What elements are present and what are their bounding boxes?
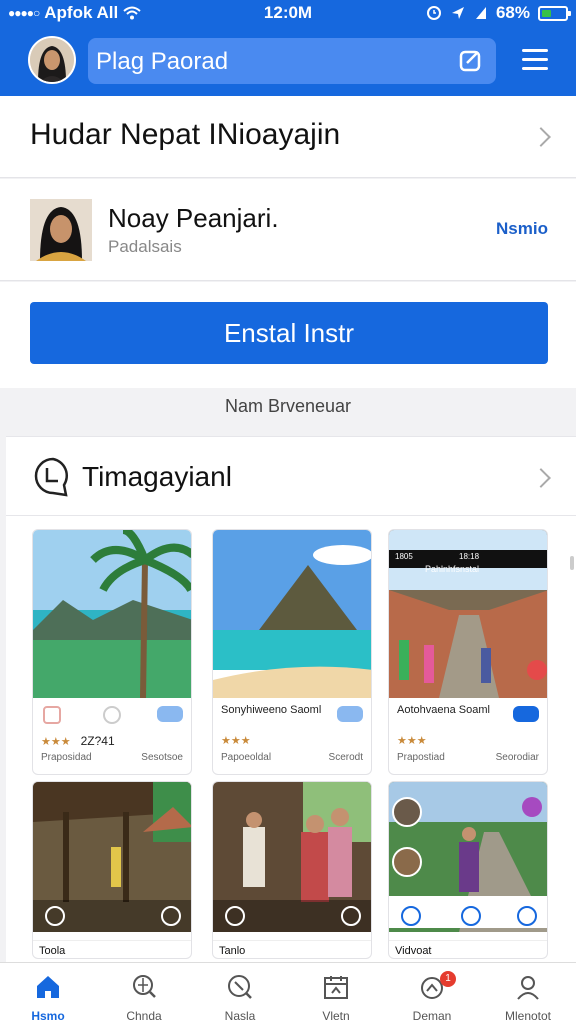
battery-percent: 68% xyxy=(495,3,530,22)
gallery-tile[interactable]: Sonyhiweeno Saoml ★★★ Papoeoldal Scerodt xyxy=(212,529,372,775)
gallery-tile[interactable]: ★★★ 2Z?41 Praposidad Sesotsoe xyxy=(32,529,192,775)
share-icon[interactable] xyxy=(461,906,481,926)
bottom-tab-bar: Hsmo Chnda Nasla Vletn 1 Deman Mlenotot xyxy=(0,962,576,1024)
tab-label: Mlenotot xyxy=(504,1009,552,1023)
tile-caption: Aotohvaena Soaml xyxy=(397,704,490,716)
tile-meta-left: Praposidad xyxy=(41,752,92,763)
search-text: Plag Paorad xyxy=(96,48,229,75)
home-icon xyxy=(37,976,59,998)
tab-nearby[interactable]: Nasla xyxy=(192,963,288,1024)
tab-profile[interactable]: Mlenotot xyxy=(480,963,576,1024)
expand-icon[interactable] xyxy=(341,906,361,926)
tab-label: Hsmo xyxy=(31,1009,65,1023)
tile-meta-right: Seorodiar xyxy=(495,752,539,763)
scrollbar[interactable] xyxy=(570,556,574,570)
status-bar: ●●●●○ Apfok All 12:0M 68% xyxy=(0,0,576,26)
tab-label: Vletn xyxy=(322,1009,350,1023)
chevron-right-icon xyxy=(531,127,551,147)
tile-meta-right: Sesotsoe xyxy=(141,752,183,763)
tile-meta-left: Papoeoldal xyxy=(221,752,272,763)
tab-label: Chnda xyxy=(126,1009,162,1023)
tile-meta-left: Prapostiad xyxy=(397,752,445,763)
location-icon xyxy=(451,7,464,19)
rating-row: ★★★ xyxy=(397,735,427,747)
tab-explore[interactable]: Chnda xyxy=(96,963,192,1024)
search-globe-icon xyxy=(133,975,156,998)
tile-label: Vidvoat xyxy=(389,940,547,958)
tab-home[interactable]: Hsmo xyxy=(0,963,96,1024)
inset-time-right: 18:18 xyxy=(459,552,480,561)
tab-label: Deman xyxy=(412,1009,452,1023)
hamburger-icon[interactable] xyxy=(522,49,548,73)
tab-events[interactable]: Vletn xyxy=(288,963,384,1024)
refresh-icon[interactable] xyxy=(103,706,121,724)
tab-notifications[interactable]: 1 Deman xyxy=(384,963,480,1024)
tile-caption: Sonyhiweeno Saoml xyxy=(221,704,322,716)
tile-meta-right: Scerodt xyxy=(328,752,363,763)
app-header: ●●●●○ Apfok All 12:0M 68% Plag Paorad xyxy=(0,0,576,96)
compose-icon[interactable] xyxy=(458,48,484,74)
gallery-card: Timagayianl ★★★ 2Z?41 Praposidad Sesotsoe… xyxy=(6,436,576,976)
island-beach-image xyxy=(213,530,371,698)
profile-row[interactable]: Noay Peanjari. Padalsais Nsmio xyxy=(0,179,576,281)
alarm-icon xyxy=(426,6,441,20)
tag-pill[interactable] xyxy=(157,706,183,722)
beach-palm-image xyxy=(33,530,191,698)
tab-label: Nasla xyxy=(224,1009,256,1023)
tag-pill[interactable] xyxy=(513,706,539,722)
gallery-tile[interactable]: Pahlnhfsnstal 1805 18:18 Aotohvaena Soam… xyxy=(388,529,548,775)
expand-icon[interactable] xyxy=(161,906,181,926)
install-button[interactable]: Enstal Instr xyxy=(30,302,548,364)
profile-photo xyxy=(30,199,92,261)
battery-icon xyxy=(538,5,571,21)
avatar[interactable] xyxy=(28,36,76,84)
cellular-icon xyxy=(475,7,486,19)
search-input[interactable]: Plag Paorad xyxy=(88,38,496,84)
notification-badge: 1 xyxy=(440,971,456,987)
tag-pill[interactable] xyxy=(337,706,363,722)
tile-label: Toola xyxy=(33,940,191,958)
rating-row: ★★★ xyxy=(221,735,251,747)
page-title: Hudar Nepat INioayajin xyxy=(30,118,341,151)
compass-icon xyxy=(228,975,252,999)
gallery-tile[interactable]: Vidvoat xyxy=(388,781,548,959)
pin-icon[interactable] xyxy=(401,906,421,926)
profile-name: Noay Peanjari. xyxy=(108,203,279,233)
profile-action-link[interactable]: Nsmio xyxy=(496,219,548,239)
play-icon[interactable] xyxy=(45,906,65,926)
gallery-tile[interactable]: Toola xyxy=(32,781,192,959)
inset-app-name: Pahlnhfsnstal xyxy=(425,564,480,574)
calendar-icon xyxy=(324,976,348,999)
gallery-title: Timagayianl xyxy=(82,461,232,492)
play-icon[interactable] xyxy=(225,906,245,926)
rating-row: ★★★ 2Z?41 xyxy=(41,734,115,748)
gallery-tile[interactable]: Tanlo xyxy=(212,781,372,959)
install-row: Enstal Instr xyxy=(0,282,576,388)
section-label: Nam Brveneuar xyxy=(224,396,352,416)
profile-subtitle: Padalsais xyxy=(108,237,182,256)
chevron-right-icon[interactable] xyxy=(531,468,551,488)
inset-time: 1805 xyxy=(395,552,413,561)
divider xyxy=(6,515,576,516)
title-row[interactable]: Hudar Nepat INioayajin xyxy=(0,96,576,178)
sync-icon[interactable] xyxy=(517,906,537,926)
profile-icon xyxy=(517,976,539,1000)
photo-icon[interactable] xyxy=(43,706,61,724)
tile-label: Tanlo xyxy=(213,940,371,958)
chat-bubble-icon xyxy=(34,457,69,497)
